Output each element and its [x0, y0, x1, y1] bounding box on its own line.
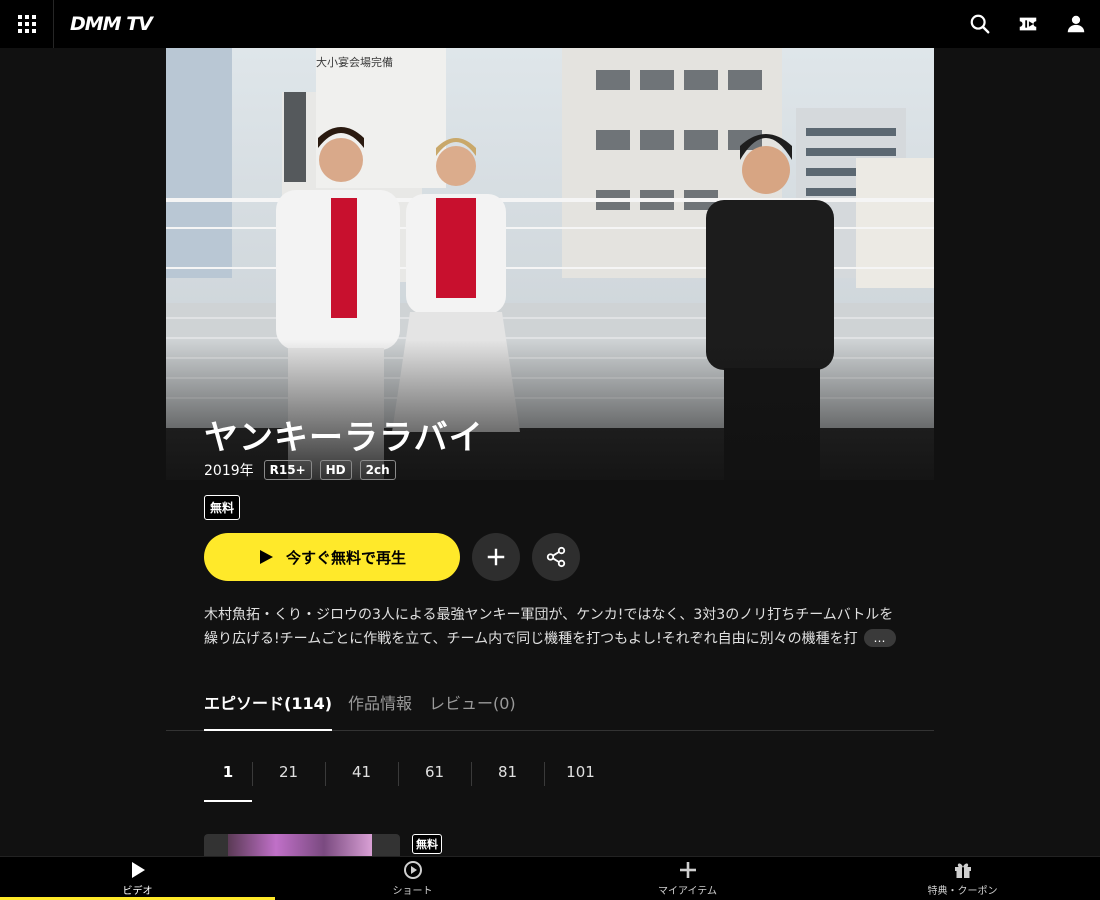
- add-to-list-button[interactable]: [472, 533, 520, 581]
- share-icon: [546, 546, 566, 568]
- audio-tag: 2ch: [359, 460, 396, 480]
- pager-item-81[interactable]: 81: [471, 758, 544, 802]
- content-tabs: エピソード(114) 作品情報 レビュー(0): [166, 686, 934, 731]
- nav-item-my-items[interactable]: マイアイテム: [550, 857, 825, 900]
- hero-signboard-text: 大小宴会場完備: [316, 55, 393, 69]
- page-title: ヤンキーララバイ: [204, 418, 484, 458]
- nav-item-perks-coupons[interactable]: 特典・クーポン: [825, 857, 1100, 900]
- tab-reviews[interactable]: レビュー(0): [429, 686, 516, 731]
- pager-item-1[interactable]: 1: [204, 758, 252, 802]
- episode-thumbnail[interactable]: [204, 834, 400, 856]
- nav-label-video: ビデオ: [122, 886, 153, 897]
- share-button[interactable]: [532, 533, 580, 581]
- release-year: 2019年: [204, 463, 254, 479]
- synopsis: 木村魚拓・くり・ジロウの3人による最強ヤンキー軍団が、ケンカ!ではなく、3対3の…: [204, 603, 904, 651]
- nav-item-video[interactable]: ビデオ: [0, 857, 275, 900]
- plus-icon: [487, 548, 505, 566]
- play-icon: [259, 550, 273, 564]
- ticket-button[interactable]: [1004, 0, 1052, 48]
- episode-thumbnail-image: [228, 834, 372, 856]
- ticket-icon: [1019, 17, 1037, 31]
- quality-tag: HD: [319, 460, 352, 480]
- grid-menu-icon: [17, 15, 36, 33]
- play-button-label: 今すぐ無料で再生: [285, 548, 406, 567]
- episode-free-badge: 無料: [412, 834, 442, 854]
- nav-label-short: ショート: [392, 886, 433, 897]
- tab-episodes[interactable]: エピソード(114): [204, 686, 333, 731]
- header-actions: [956, 0, 1100, 48]
- nav-label-my-items: マイアイテム: [658, 886, 717, 897]
- play-free-button[interactable]: 今すぐ無料で再生: [204, 533, 460, 581]
- rating-tag: R15+: [263, 460, 312, 480]
- synopsis-line-1: 木村魚拓・くり・ジロウの3人による最強ヤンキー軍団が、ケンカ!ではなく、3対3の…: [204, 607, 894, 623]
- pager-item-61[interactable]: 61: [398, 758, 471, 802]
- short-play-icon: [403, 861, 422, 879]
- expand-synopsis-button[interactable]: …: [864, 629, 896, 647]
- search-button[interactable]: [956, 0, 1004, 48]
- top-header: DMM TV: [0, 0, 1100, 48]
- dmm-tv-logo[interactable]: DMM TV: [70, 13, 153, 35]
- account-button[interactable]: [1052, 0, 1100, 48]
- content-meta: 2019年 R15+ HD 2ch: [204, 460, 396, 480]
- episode-range-pager: 1 21 41 61 81 101: [204, 758, 617, 802]
- pager-item-41[interactable]: 41: [325, 758, 398, 802]
- nav-label-perks-coupons: 特典・クーポン: [927, 886, 998, 897]
- free-badge: 無料: [204, 495, 241, 520]
- search-icon: [970, 14, 990, 34]
- bottom-navigation: ビデオ ショート マイアイテム 特典・クーポン: [0, 856, 1100, 900]
- synopsis-line-2: 繰り広げる!チームごとに作戦を立て、チーム内で同じ機種を打つもよし!それぞれ自由…: [204, 631, 858, 647]
- gift-icon: [954, 863, 971, 878]
- tab-work-info[interactable]: 作品情報: [348, 686, 412, 731]
- user-icon: [1067, 15, 1085, 33]
- pager-item-21[interactable]: 21: [252, 758, 325, 802]
- pager-item-101[interactable]: 101: [544, 758, 617, 802]
- grid-menu-button[interactable]: [0, 0, 54, 48]
- play-icon: [131, 862, 145, 878]
- plus-icon: [679, 862, 696, 878]
- nav-item-short[interactable]: ショート: [275, 857, 550, 900]
